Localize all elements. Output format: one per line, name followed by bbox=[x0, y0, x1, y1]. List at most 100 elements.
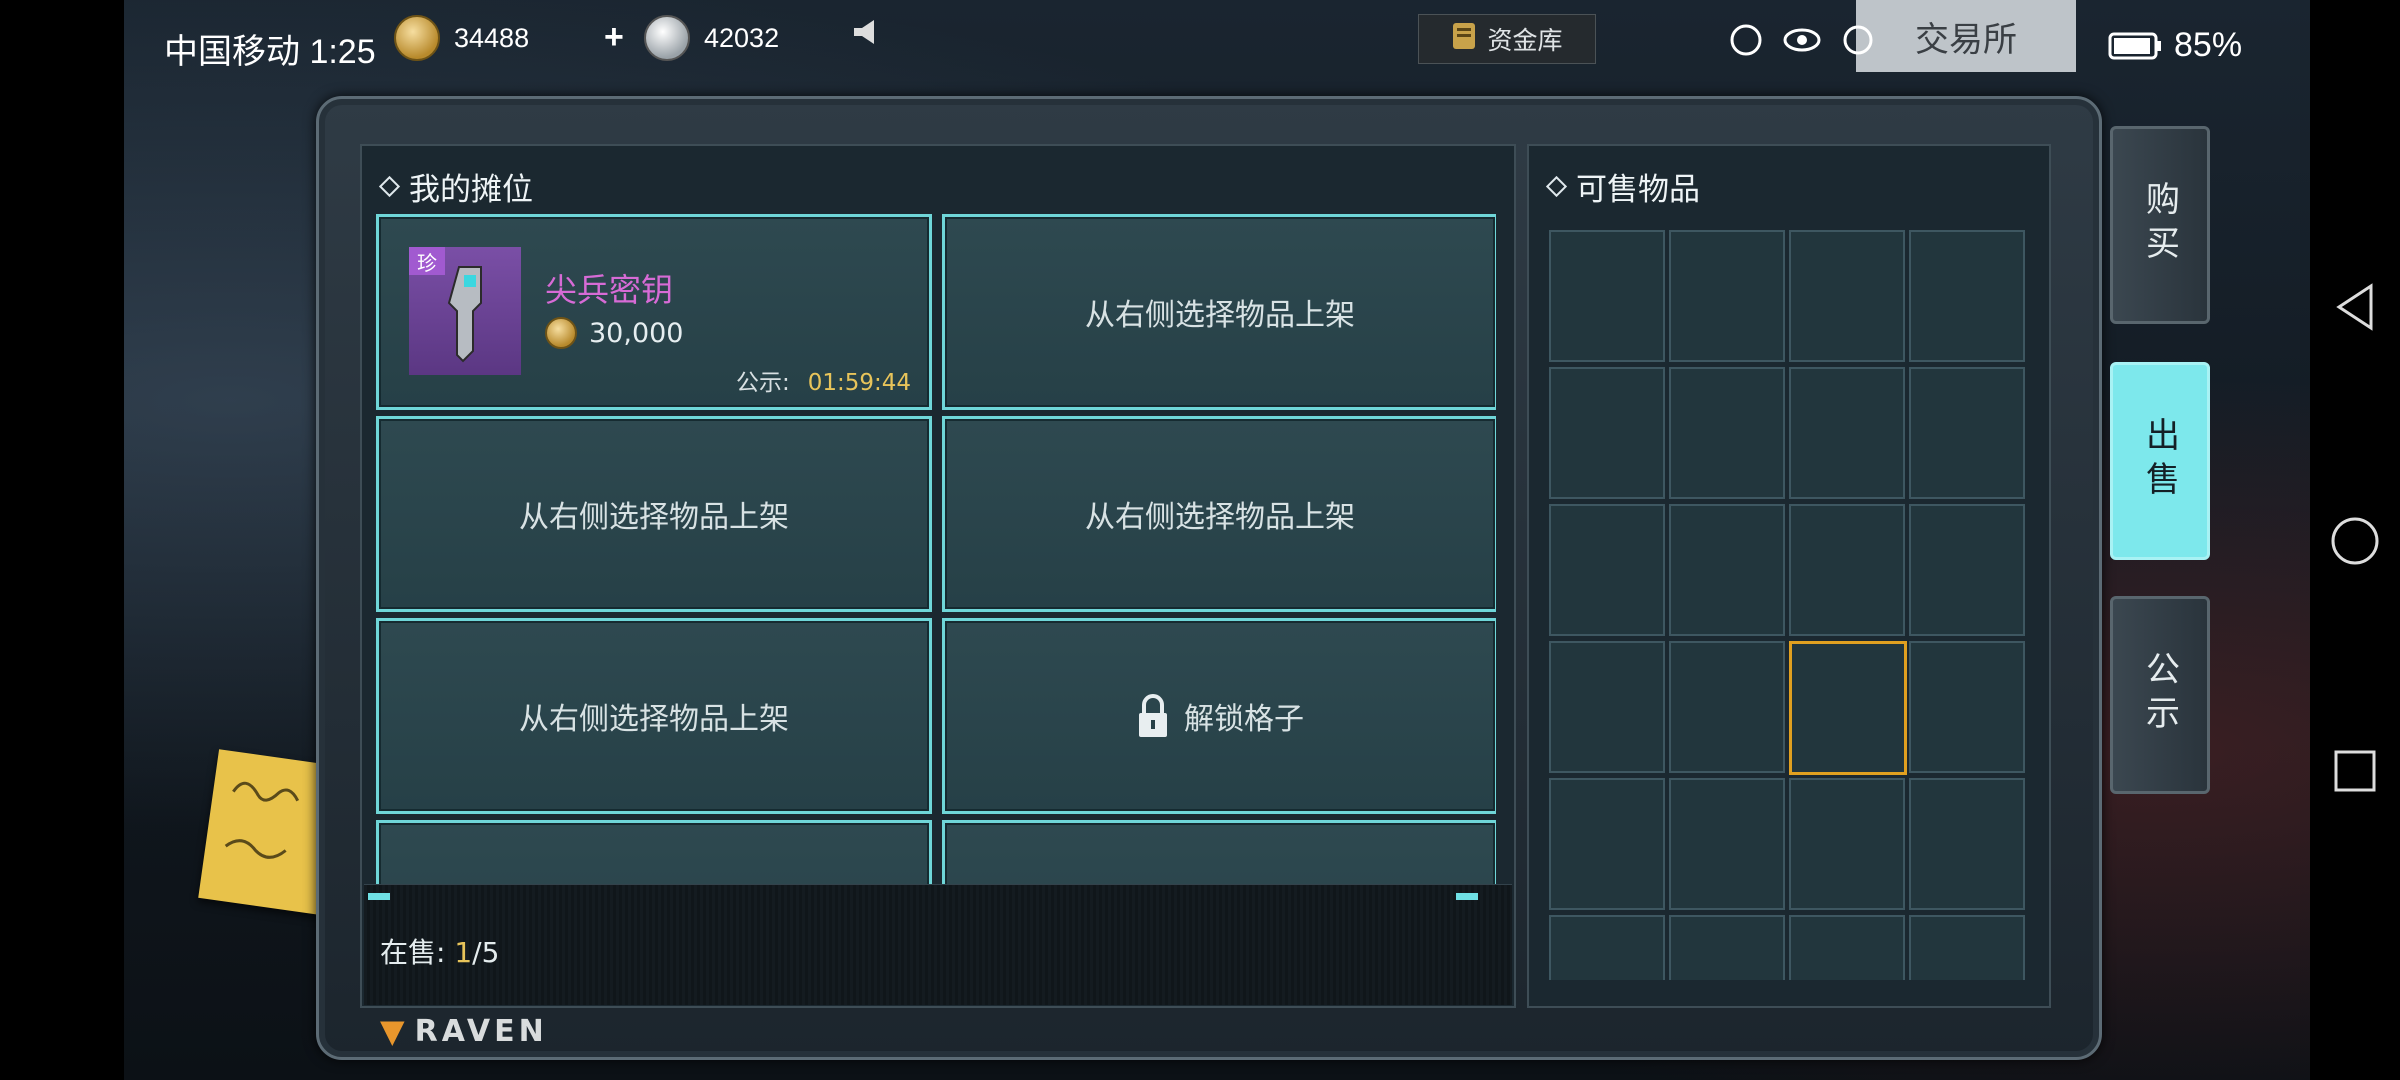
inventory-cell[interactable] bbox=[1789, 915, 1905, 980]
inventory-cell[interactable] bbox=[1909, 367, 2025, 499]
inventory-grid[interactable] bbox=[1549, 230, 2033, 980]
home-icon bbox=[2331, 517, 2379, 565]
nfc-icon bbox=[1730, 24, 1762, 56]
stall-slot-locked[interactable]: 解锁格子 bbox=[942, 618, 1496, 814]
nav-home-button[interactable] bbox=[2310, 496, 2400, 586]
my-stall-title-text: 我的摊位 bbox=[409, 172, 533, 208]
brand-logo: ▼ RAVEN bbox=[380, 1012, 548, 1050]
item-timer: 公示: 01:59:44 bbox=[736, 363, 911, 397]
inventory-cell[interactable] bbox=[1909, 915, 2025, 980]
empty-slot-label: 从右侧选择物品上架 bbox=[1085, 298, 1355, 333]
stall-slot-empty[interactable]: 从右侧选择物品上架 bbox=[942, 214, 1496, 410]
item-thumbnail: 珍 bbox=[409, 247, 521, 375]
inventory-cell[interactable] bbox=[1549, 641, 1665, 773]
tab-sell-label: 出售 bbox=[2139, 417, 2180, 505]
inventory-cell[interactable] bbox=[1669, 504, 1785, 636]
item-name: 尖兵密钥 bbox=[545, 271, 674, 309]
stall-slot-empty[interactable]: 从右侧选择物品上架 bbox=[376, 618, 932, 814]
my-stall-section: 我的摊位 珍 尖兵密钥 30,000 公示: 01:59:44 从右侧选择物品上架 bbox=[360, 144, 1516, 1008]
tab-public-label: 公示 bbox=[2139, 651, 2180, 739]
tab-sell[interactable]: 出售 bbox=[2110, 362, 2210, 560]
inventory-cell-selected[interactable] bbox=[1789, 641, 1907, 775]
timer-value: 01:59:44 bbox=[807, 370, 911, 396]
trade-title: 交易所 bbox=[1856, 0, 2076, 72]
gold-currency: 34488 bbox=[394, 12, 529, 64]
on-sale-label: 在售: bbox=[380, 936, 446, 969]
inventory-cell[interactable] bbox=[1669, 915, 1785, 980]
inventory-cell[interactable] bbox=[1909, 778, 2025, 910]
system-icons bbox=[1728, 22, 1876, 58]
inventory-cell[interactable] bbox=[1549, 367, 1665, 499]
rarity-badge: 珍 bbox=[409, 247, 445, 275]
add-currency-button[interactable]: + bbox=[604, 18, 624, 57]
inventory-cell[interactable] bbox=[1669, 641, 1785, 773]
timer-label: 公示: bbox=[735, 370, 790, 396]
sellable-title-text: 可售物品 bbox=[1576, 172, 1700, 208]
empty-slot-label: 从右侧选择物品上架 bbox=[519, 702, 789, 737]
stall-slot-item[interactable]: 珍 尖兵密钥 30,000 公示: 01:59:44 bbox=[376, 214, 932, 410]
unlock-slot-label: 解锁格子 bbox=[1184, 702, 1304, 737]
scroll-indicator-left bbox=[368, 893, 390, 900]
silver-amount: 42032 bbox=[704, 22, 780, 53]
tab-buy[interactable]: 购买 bbox=[2110, 126, 2210, 324]
back-icon bbox=[2336, 283, 2373, 331]
alarm-icon bbox=[1843, 25, 1873, 55]
vault-button[interactable]: 资金库 bbox=[1418, 14, 1596, 64]
on-sale-total: /5 bbox=[472, 936, 500, 969]
item-price-value: 30,000 bbox=[589, 317, 684, 349]
tab-public[interactable]: 公示 bbox=[2110, 596, 2210, 794]
inventory-cell[interactable] bbox=[1909, 641, 2025, 773]
inventory-cell[interactable] bbox=[1549, 504, 1665, 636]
diamond-icon bbox=[1545, 175, 1568, 198]
on-sale-count: 在售: 1/5 bbox=[380, 931, 499, 971]
stall-slot-empty[interactable]: 从右侧选择物品上架 bbox=[942, 416, 1496, 612]
announcement-icon[interactable] bbox=[850, 14, 886, 50]
lock-icon bbox=[1139, 694, 1167, 737]
inventory-cell[interactable] bbox=[1669, 778, 1785, 910]
gold-coin-icon bbox=[545, 317, 577, 349]
stall-slot-empty[interactable]: 从右侧选择物品上架 bbox=[376, 416, 932, 612]
tab-buy-label: 购买 bbox=[2139, 181, 2180, 269]
silver-currency: 42032 bbox=[644, 12, 779, 64]
system-nav-bar bbox=[2310, 0, 2400, 1080]
inventory-cell[interactable] bbox=[1909, 230, 2025, 362]
stall-slot-partial[interactable] bbox=[376, 820, 932, 884]
inventory-cell[interactable] bbox=[1789, 778, 1905, 910]
battery-level: 85% bbox=[2174, 26, 2243, 64]
eye-icon bbox=[1783, 28, 1821, 52]
my-stall-title: 我的摊位 bbox=[378, 164, 533, 209]
inventory-cell[interactable] bbox=[1549, 778, 1665, 910]
on-sale-current: 1 bbox=[454, 936, 473, 969]
vault-label: 资金库 bbox=[1487, 26, 1563, 55]
diamond-icon bbox=[378, 175, 401, 198]
sellable-title: 可售物品 bbox=[1545, 164, 1700, 209]
item-price: 30,000 bbox=[545, 317, 683, 349]
carrier-time: 中国移动 1:25 bbox=[164, 33, 376, 71]
nav-back-button[interactable] bbox=[2310, 262, 2400, 352]
inventory-cell[interactable] bbox=[1789, 504, 1905, 636]
stall-footer: 在售: 1/5 bbox=[364, 884, 1512, 1005]
gold-amount: 34488 bbox=[454, 22, 530, 53]
inventory-cell[interactable] bbox=[1549, 915, 1665, 980]
empty-slot-label: 从右侧选择物品上架 bbox=[519, 500, 789, 535]
inventory-cell[interactable] bbox=[1669, 367, 1785, 499]
inventory-cell[interactable] bbox=[1909, 504, 2025, 636]
brand-text: RAVEN bbox=[414, 1013, 548, 1049]
silver-coin-icon bbox=[644, 15, 690, 61]
stall-slot-list[interactable]: 珍 尖兵密钥 30,000 公示: 01:59:44 从右侧选择物品上架 从右侧选… bbox=[376, 214, 1496, 884]
recents-icon bbox=[2334, 750, 2376, 792]
gold-coin-icon bbox=[394, 15, 440, 61]
inventory-cell[interactable] bbox=[1549, 230, 1665, 362]
scroll-indicator-right bbox=[1456, 893, 1478, 900]
sellable-items-section: 可售物品 bbox=[1527, 144, 2051, 1008]
brand-mark-icon: ▼ bbox=[380, 1012, 409, 1050]
screen-bezel bbox=[0, 0, 124, 1080]
battery-indicator: 85% bbox=[2108, 26, 2242, 65]
battery-icon bbox=[2108, 32, 2161, 59]
stall-slot-partial[interactable] bbox=[942, 820, 1496, 884]
vault-icon bbox=[1451, 21, 1477, 57]
nav-recents-button[interactable] bbox=[2310, 726, 2400, 816]
inventory-cell[interactable] bbox=[1789, 230, 1905, 362]
inventory-cell[interactable] bbox=[1789, 367, 1905, 499]
inventory-cell[interactable] bbox=[1669, 230, 1785, 362]
